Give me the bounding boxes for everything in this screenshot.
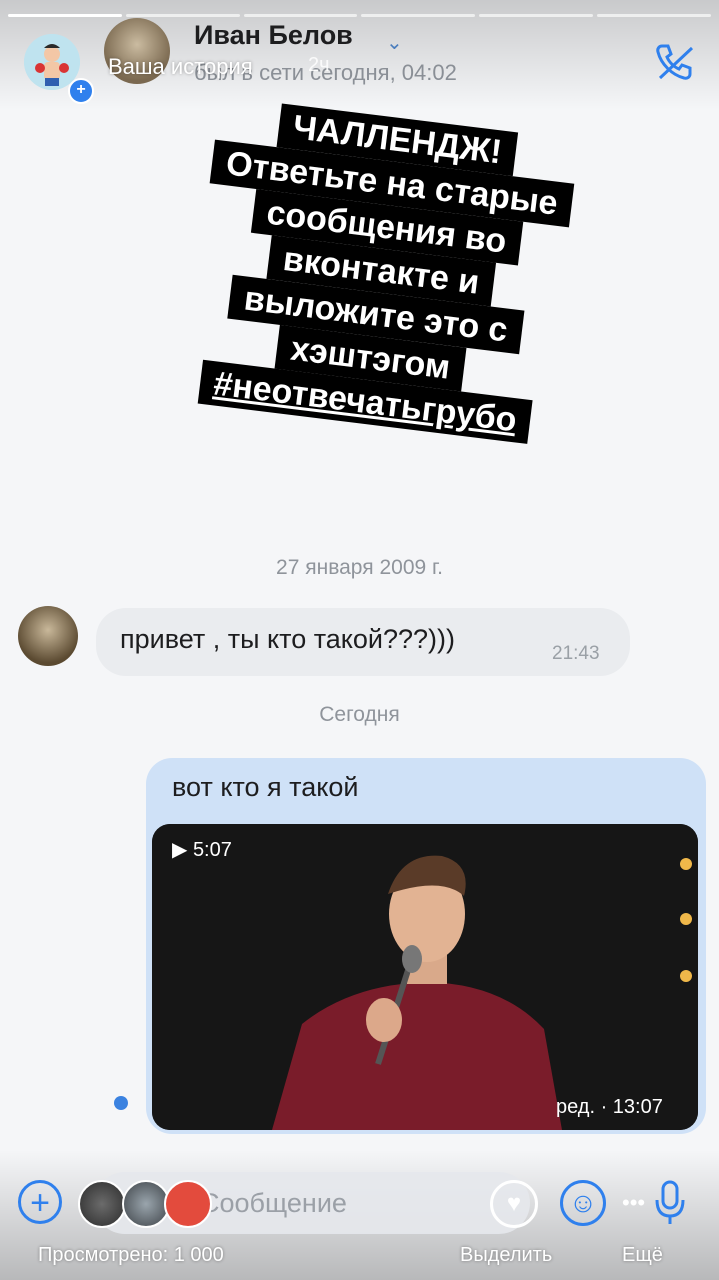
more-icon[interactable]: ••• xyxy=(622,1190,645,1216)
edited-time: ред. · 13:07 xyxy=(556,1096,663,1118)
progress-segment xyxy=(243,14,358,17)
views-count[interactable]: Просмотрено: 1 000 xyxy=(38,1244,224,1267)
unread-indicator xyxy=(114,1096,128,1110)
incoming-message-text: привет , ты кто такой???))) xyxy=(120,624,456,654)
highlight-button[interactable]: Выделить xyxy=(460,1244,552,1267)
incoming-message-time: 21:43 xyxy=(552,643,600,664)
peer-message-avatar xyxy=(18,606,78,666)
message-input-placeholder: Сообщение xyxy=(200,1188,347,1218)
progress-segment xyxy=(8,14,122,17)
story-age: 2ч xyxy=(308,54,330,76)
more-button-label[interactable]: Ещё xyxy=(622,1244,663,1267)
progress-segment xyxy=(361,14,476,17)
progress-segment xyxy=(479,14,594,17)
attach-button[interactable]: + xyxy=(18,1180,62,1224)
challenge-text: ЧАЛЛЕНДЖ! Ответьте на старые сообщения в… xyxy=(114,88,648,455)
smile-icon[interactable]: ☺ xyxy=(560,1180,606,1226)
video-attachment[interactable] xyxy=(152,824,698,1130)
microphone-icon[interactable] xyxy=(650,1178,690,1228)
date-separator: 27 января 2009 г. xyxy=(276,556,443,579)
outgoing-message-text: вот кто я такой xyxy=(172,772,359,802)
video-duration-text: 5:07 xyxy=(192,839,232,861)
today-separator: Сегодня xyxy=(319,703,400,726)
viewer-avatar[interactable] xyxy=(78,1180,126,1228)
chevron-down-icon: ⌄ xyxy=(386,32,403,54)
heart-icon[interactable]: ♥ xyxy=(490,1180,538,1228)
progress-segment xyxy=(125,14,240,17)
peer-name: Иван Белов xyxy=(194,20,353,50)
phone-icon[interactable] xyxy=(650,38,698,86)
progress-segment xyxy=(597,14,711,17)
video-duration: ▶ 5:07 xyxy=(172,839,232,861)
story-progress xyxy=(8,14,711,17)
viewer-avatar[interactable] xyxy=(122,1180,170,1228)
story-label: Ваша история xyxy=(108,54,253,79)
viewer-avatar[interactable] xyxy=(164,1180,212,1228)
add-story-icon[interactable]: + xyxy=(68,78,94,104)
video-thumbnail xyxy=(152,824,698,1130)
